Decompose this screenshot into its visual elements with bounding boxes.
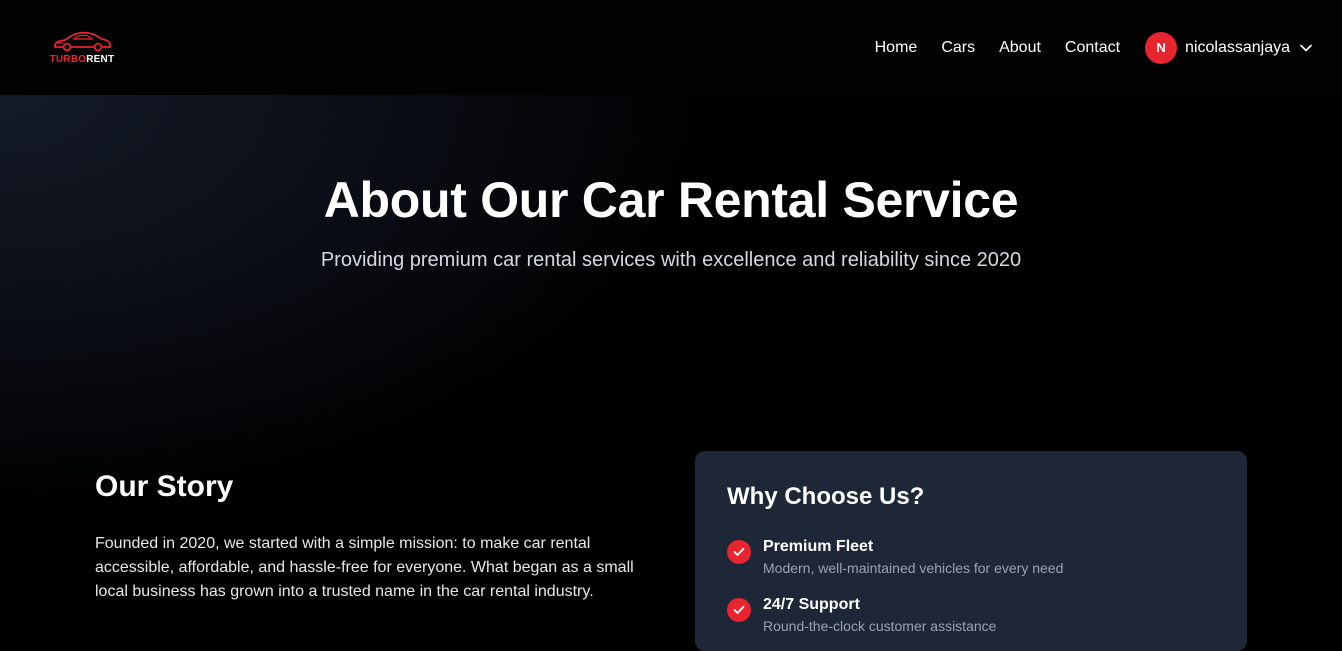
feature-desc: Round-the-clock customer assistance xyxy=(763,618,997,634)
nav-menu: Home Cars About Contact N nicolassanjaya xyxy=(875,31,1312,64)
brand-name-part1: TURBO xyxy=(49,53,87,65)
chevron-down-icon xyxy=(1300,44,1312,51)
feature-desc: Modern, well-maintained vehicles for eve… xyxy=(763,560,1064,576)
navbar: TURBORENT Home Cars About Contact N nico… xyxy=(0,0,1342,95)
brand-logo[interactable]: TURBORENT xyxy=(45,31,119,65)
nav-link-home[interactable]: Home xyxy=(875,39,918,57)
brand-name: TURBORENT xyxy=(50,54,115,65)
car-logo-icon xyxy=(54,31,111,51)
feature-title: 24/7 Support xyxy=(763,596,860,613)
page-title: About Our Car Rental Service xyxy=(323,172,1019,228)
nav-link-about[interactable]: About xyxy=(999,39,1041,57)
user-menu[interactable]: N nicolassanjaya xyxy=(1145,31,1312,64)
story-heading: Our Story xyxy=(95,470,234,503)
avatar: N xyxy=(1145,31,1178,64)
username: nicolassanjaya xyxy=(1185,38,1290,56)
story-body: Founded in 2020, we started with a simpl… xyxy=(95,535,634,600)
feature-item: Premium Fleet Modern, well-maintained ve… xyxy=(727,537,1215,578)
check-icon xyxy=(727,598,751,622)
feature-title: Premium Fleet xyxy=(763,538,874,555)
nav-link-contact[interactable]: Contact xyxy=(1065,39,1120,57)
why-heading: Why Choose Us? xyxy=(727,483,925,510)
nav-link-cars[interactable]: Cars xyxy=(941,39,975,57)
our-story-section: Our Story Founded in 2020, we started wi… xyxy=(95,470,640,604)
why-choose-us-card: Why Choose Us? Premium Fleet Modern, wel… xyxy=(695,451,1247,651)
brand-name-part2: RENT xyxy=(86,53,115,65)
check-icon xyxy=(727,540,751,564)
page-subtitle: Providing premium car rental services wi… xyxy=(320,249,1022,271)
feature-item: 24/7 Support Round-the-clock customer as… xyxy=(727,595,1215,636)
